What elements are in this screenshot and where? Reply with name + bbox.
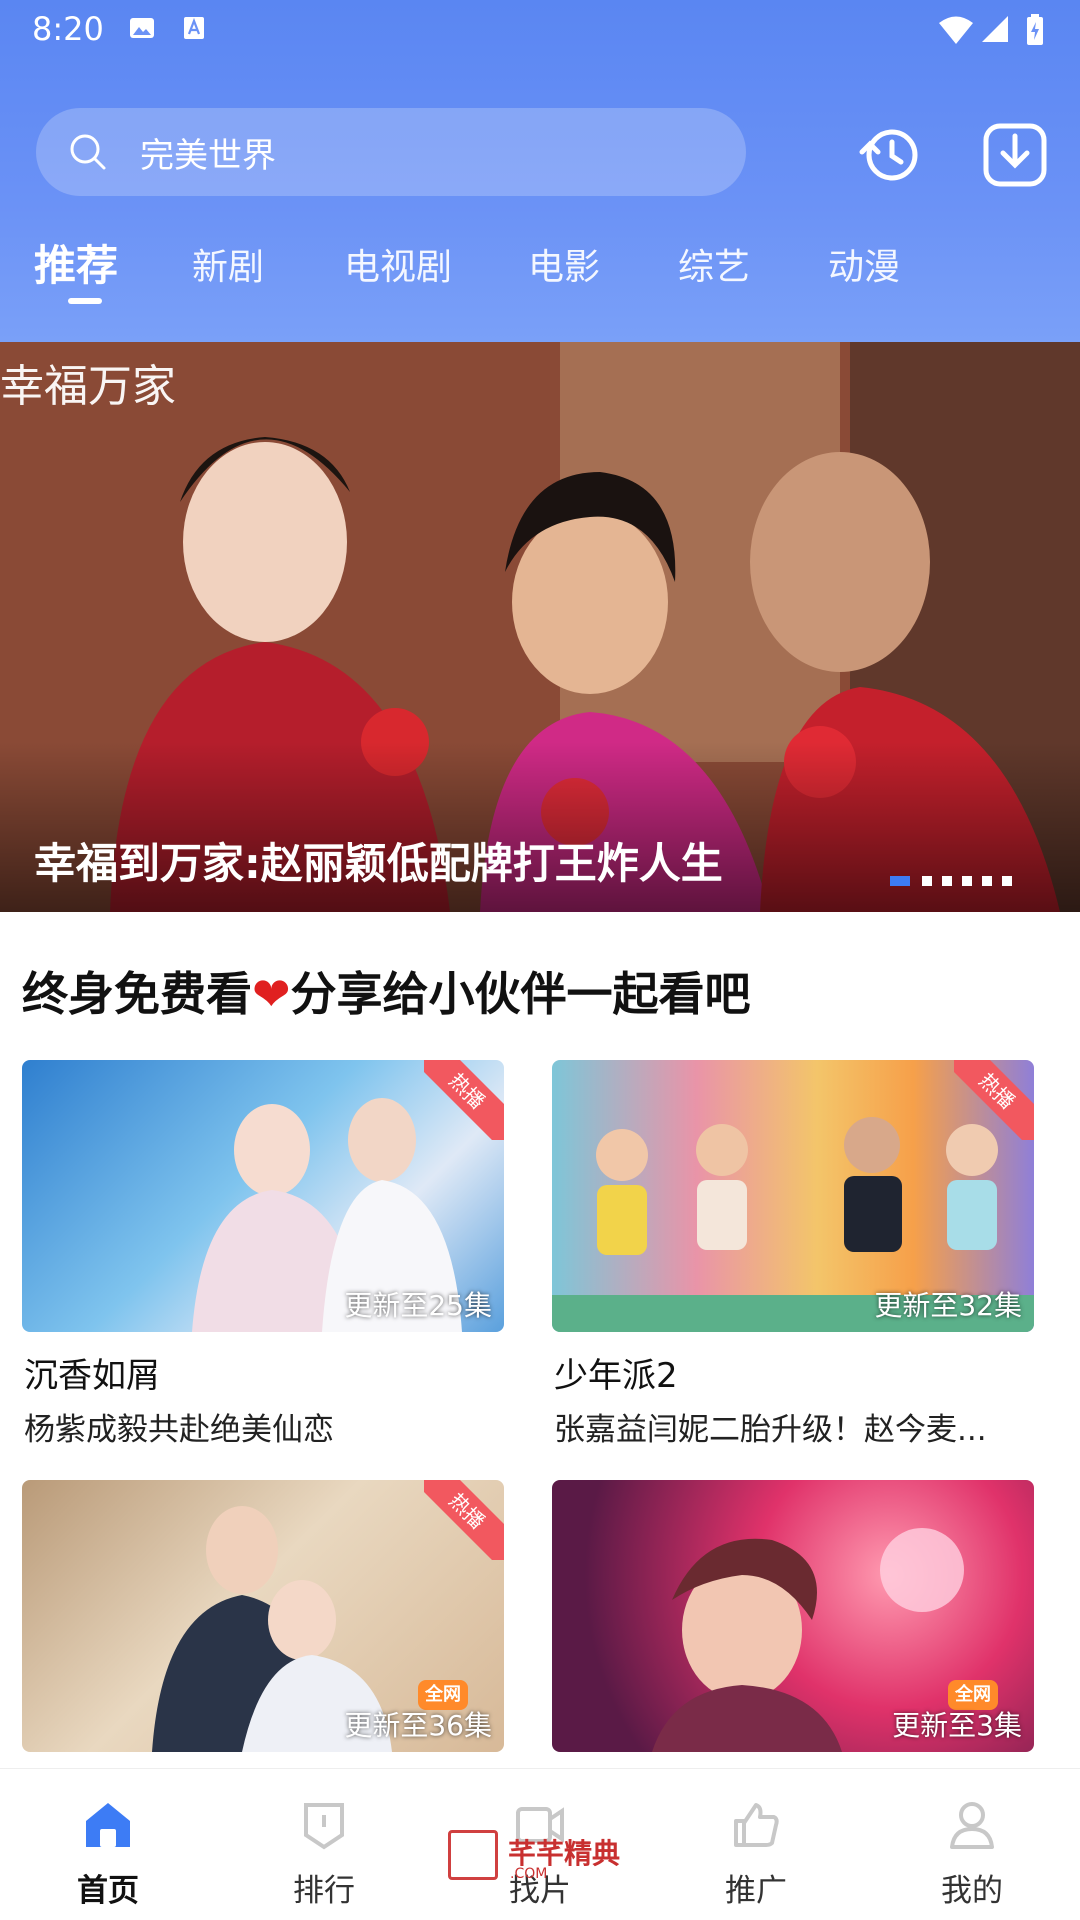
tab-recommend[interactable]: 推荐 xyxy=(34,232,118,293)
section-title-text-after: 分享给小伙伴一起看吧 xyxy=(290,967,751,1021)
video-card[interactable]: 热播 更新至25集 沉香如屑 杨紫成毅共赴绝美仙恋 xyxy=(22,1060,504,1460)
episode-count: 更新至3集 xyxy=(892,1709,1022,1742)
wifi-icon xyxy=(939,16,973,44)
nav-label: 我的 xyxy=(941,1873,1003,1909)
nav-promote[interactable]: 推广 xyxy=(648,1769,864,1920)
banner-logo: 幸福万家 xyxy=(0,361,176,412)
status-bar: 8:20 xyxy=(0,0,1080,60)
nav-rank[interactable]: 排行 xyxy=(216,1769,432,1920)
gallery-icon xyxy=(130,18,154,38)
profile-icon xyxy=(950,1802,994,1849)
video-card[interactable]: 热播 更新至32集 少年派2 张嘉益闫妮二胎升级！赵今麦... xyxy=(552,1060,1034,1460)
episode-count: 更新至36集 xyxy=(344,1709,492,1742)
carousel-dot xyxy=(922,876,932,886)
category-tabs: 推荐 新剧 电视剧 电影 综艺 动漫 xyxy=(0,228,1080,308)
hot-badge: 热播 xyxy=(424,1060,504,1140)
nav-mine[interactable]: 我的 xyxy=(864,1769,1080,1920)
search-icon xyxy=(70,134,106,170)
section-title: 终身免费看❤分享给小伙伴一起看吧 xyxy=(22,958,751,1024)
carousel-dot xyxy=(962,876,972,886)
watermark-logo-icon xyxy=(448,1830,498,1880)
hot-badge: 热播 xyxy=(954,1060,1034,1140)
carousel-dot xyxy=(982,876,992,886)
hero-banner[interactable]: 幸福万家 幸福到万家:赵丽颖低配牌打王炸人生 xyxy=(0,342,1080,912)
signal-icon xyxy=(982,16,1008,42)
card-subtitle: 杨紫成毅共赴绝美仙恋 xyxy=(24,1412,334,1448)
nav-label: 推广 xyxy=(725,1873,787,1909)
tab-anime[interactable]: 动漫 xyxy=(828,238,900,290)
card-title: 沉香如屑 xyxy=(24,1356,160,1396)
video-card[interactable]: 热播 全网 更新至36集 xyxy=(22,1480,504,1752)
carousel-dot xyxy=(1002,876,1012,886)
banner-title: 幸福到万家:赵丽颖低配牌打王炸人生 xyxy=(34,839,723,888)
section-title-text: 终身免费看 xyxy=(22,967,252,1021)
search-input[interactable]: 完美世界 xyxy=(36,108,746,196)
carousel-dot xyxy=(942,876,952,886)
app-header: 8:20 完美世界 推荐 新剧 电视剧 电影 综艺 动漫 xyxy=(0,0,1080,342)
heart-icon: ❤ xyxy=(252,967,291,1021)
status-time: 8:20 xyxy=(32,10,104,48)
video-thumbnail: 全网 更新至3集 xyxy=(552,1480,1034,1752)
history-icon[interactable] xyxy=(856,122,922,188)
site-watermark: 芊芊精典 .COM xyxy=(448,1830,638,1890)
nav-home[interactable]: 首页 xyxy=(0,1769,216,1920)
carousel-dot xyxy=(890,876,910,886)
video-thumbnail: 热播 全网 更新至36集 xyxy=(22,1480,504,1752)
thumbs-up-icon xyxy=(734,1803,779,1847)
search-query: 完美世界 xyxy=(140,136,276,176)
rank-icon xyxy=(304,1803,344,1850)
tab-new-drama[interactable]: 新剧 xyxy=(192,238,264,290)
watermark-subtext: .COM xyxy=(510,1866,548,1882)
download-icon[interactable] xyxy=(982,122,1048,188)
nav-label: 排行 xyxy=(293,1873,355,1909)
hot-badge: 热播 xyxy=(424,1480,504,1560)
episode-count: 更新至32集 xyxy=(874,1289,1022,1322)
active-tab-indicator xyxy=(68,298,102,304)
video-thumbnail: 热播 更新至25集 xyxy=(22,1060,504,1332)
card-title: 少年派2 xyxy=(554,1356,678,1396)
video-thumbnail: 热播 更新至32集 xyxy=(552,1060,1034,1332)
tab-tv-series[interactable]: 电视剧 xyxy=(344,238,452,290)
tab-movies[interactable]: 电影 xyxy=(528,238,600,290)
card-subtitle: 张嘉益闫妮二胎升级！赵今麦... xyxy=(554,1412,987,1448)
video-card[interactable]: 全网 更新至3集 xyxy=(552,1480,1034,1752)
tab-variety[interactable]: 综艺 xyxy=(678,238,750,290)
battery-icon xyxy=(1027,14,1043,45)
nav-label: 首页 xyxy=(77,1873,139,1909)
home-icon xyxy=(86,1803,130,1847)
episode-count: 更新至25集 xyxy=(344,1289,492,1322)
keyboard-a-icon xyxy=(184,17,204,39)
